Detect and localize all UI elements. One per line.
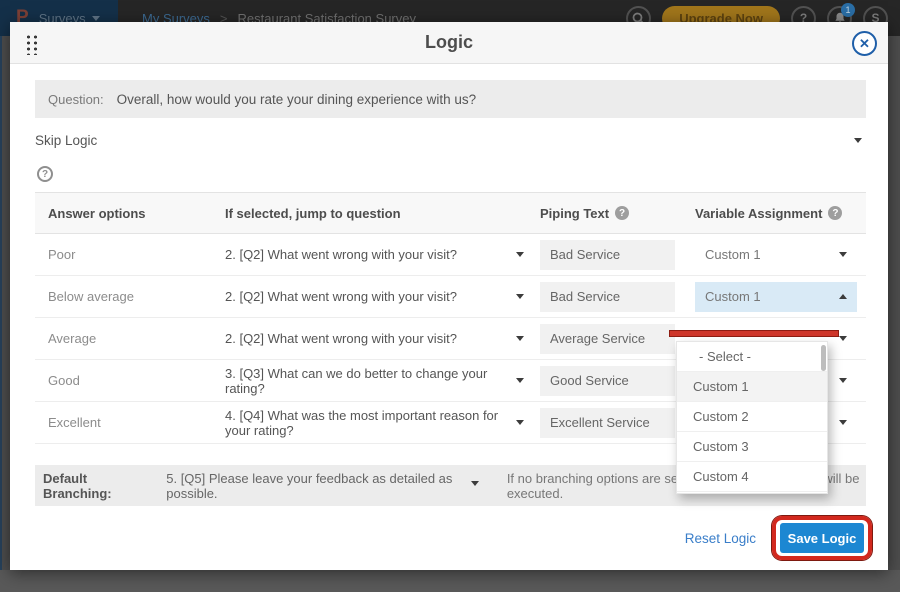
chevron-down-icon	[516, 336, 524, 341]
dropdown-option-custom1[interactable]: Custom 1	[677, 372, 827, 402]
chevron-down-icon	[92, 16, 100, 21]
chevron-down-icon	[516, 420, 524, 425]
piping-help-icon[interactable]	[615, 206, 629, 220]
dropdown-option-select[interactable]: - Select -	[677, 342, 827, 372]
jump-question-select[interactable]: 4. [Q4] What was the most important reas…	[225, 408, 540, 438]
chevron-down-icon	[839, 378, 847, 383]
logic-modal: Logic Question: Overall, how would you r…	[10, 22, 888, 570]
drag-handle-icon[interactable]	[24, 33, 38, 55]
default-branching-label: Default Branching:	[43, 471, 144, 501]
help-icon[interactable]	[37, 166, 53, 182]
piping-text-input[interactable]: Bad Service	[540, 240, 675, 270]
default-branching-value: 5. [Q5] Please leave your feedback as de…	[166, 471, 461, 501]
jump-question-select[interactable]: 2. [Q2] What went wrong with your visit?	[225, 331, 540, 346]
variable-help-icon[interactable]	[828, 206, 842, 220]
question-text: Overall, how would you rate your dining …	[117, 92, 476, 107]
chevron-up-icon	[839, 294, 847, 299]
chevron-down-icon	[839, 336, 847, 341]
sidebar-edge-accent	[0, 36, 2, 592]
dropdown-option-custom4[interactable]: Custom 4	[677, 462, 827, 492]
dropdown-option-custom2[interactable]: Custom 2	[677, 402, 827, 432]
modal-header: Logic	[10, 22, 888, 64]
chevron-down-icon	[516, 294, 524, 299]
answer-option-label: Below average	[35, 289, 225, 304]
annotation-red-underline	[669, 330, 839, 337]
modal-footer: Reset Logic Save Logic	[35, 516, 866, 560]
variable-assignment-select[interactable]: Custom 1	[695, 240, 857, 270]
dropdown-option-custom3[interactable]: Custom 3	[677, 432, 827, 462]
variable-value: Custom 1	[705, 247, 761, 262]
answer-option-label: Average	[35, 331, 225, 346]
answer-option-label: Good	[35, 373, 225, 388]
chevron-down-icon	[854, 138, 862, 143]
header-variable-assignment: Variable Assignment	[695, 206, 822, 221]
skip-logic-section-header[interactable]: Skip Logic	[35, 118, 866, 162]
chevron-down-icon	[516, 378, 524, 383]
default-branching-select[interactable]: 5. [Q5] Please leave your feedback as de…	[166, 471, 479, 501]
header-answer-options: Answer options	[35, 206, 225, 221]
modal-body: Question: Overall, how would you rate yo…	[10, 80, 888, 585]
chevron-down-icon	[516, 252, 524, 257]
variable-assignment-select-open[interactable]: Custom 1	[695, 282, 857, 312]
jump-question-value: 2. [Q2] What went wrong with your visit?	[225, 331, 457, 346]
close-icon[interactable]	[852, 31, 877, 56]
save-logic-button[interactable]: Save Logic	[780, 523, 864, 553]
modal-title: Logic	[425, 32, 473, 53]
jump-question-select[interactable]: 2. [Q2] What went wrong with your visit?	[225, 247, 540, 262]
question-label: Question:	[48, 92, 104, 107]
chevron-down-icon	[839, 252, 847, 257]
jump-question-value: 3. [Q3] What can we do better to change …	[225, 366, 516, 396]
piping-text-input[interactable]: Good Service	[540, 366, 675, 396]
jump-question-value: 2. [Q2] What went wrong with your visit?	[225, 289, 457, 304]
skip-logic-label: Skip Logic	[35, 133, 97, 148]
notification-badge: 1	[841, 3, 855, 17]
dropdown-scrollbar[interactable]	[821, 345, 826, 371]
question-bar: Question: Overall, how would you rate yo…	[35, 80, 866, 118]
chevron-down-icon	[471, 481, 479, 486]
reset-logic-link[interactable]: Reset Logic	[685, 531, 756, 546]
table-row: Below average 2. [Q2] What went wrong wi…	[35, 276, 866, 318]
piping-text-input[interactable]: Average Service	[540, 324, 675, 354]
answer-option-label: Poor	[35, 247, 225, 262]
header-jump-to-question: If selected, jump to question	[225, 206, 540, 221]
piping-text-input[interactable]: Excellent Service	[540, 408, 675, 438]
jump-question-value: 4. [Q4] What was the most important reas…	[225, 408, 516, 438]
jump-question-select[interactable]: 3. [Q3] What can we do better to change …	[225, 366, 540, 396]
header-piping-text: Piping Text	[540, 206, 609, 221]
variable-value: Custom 1	[705, 289, 761, 304]
jump-question-select[interactable]: 2. [Q2] What went wrong with your visit?	[225, 289, 540, 304]
annotation-red-box: Save Logic	[772, 516, 872, 560]
table-header-row: Answer options If selected, jump to ques…	[35, 192, 866, 234]
variable-assignment-dropdown: - Select - Custom 1 Custom 2 Custom 3 Cu…	[676, 341, 828, 494]
jump-question-value: 2. [Q2] What went wrong with your visit?	[225, 247, 457, 262]
chevron-down-icon	[839, 420, 847, 425]
piping-text-input[interactable]: Bad Service	[540, 282, 675, 312]
table-row: Poor 2. [Q2] What went wrong with your v…	[35, 234, 866, 276]
answer-option-label: Excellent	[35, 415, 225, 430]
